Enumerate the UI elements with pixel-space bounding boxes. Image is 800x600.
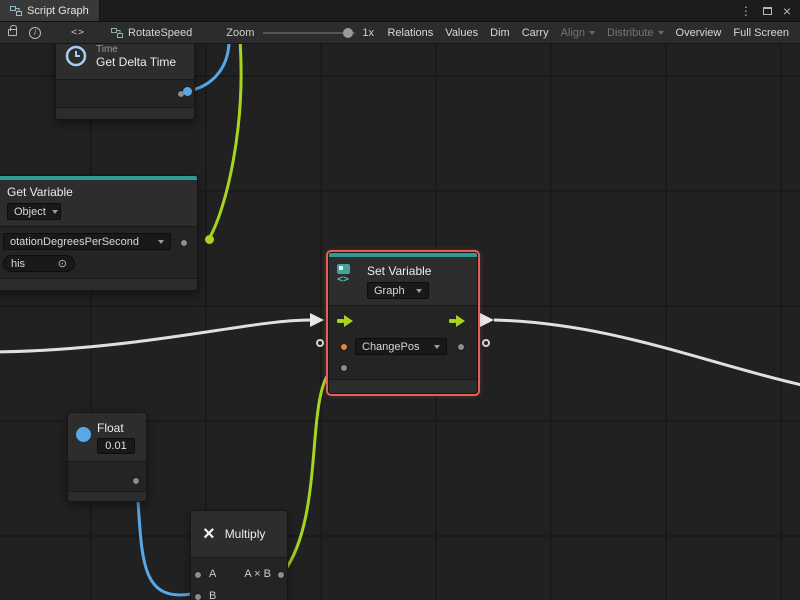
variable-name-dropdown[interactable]: otationDegreesPerSecond xyxy=(3,233,171,250)
flow-input-port[interactable] xyxy=(337,315,353,327)
float-icon xyxy=(76,427,91,442)
zoom-slider-knob[interactable] xyxy=(343,28,353,38)
set-variable-output-port[interactable] xyxy=(457,343,465,351)
tab-bar: Script Graph ⋮ × xyxy=(0,0,800,22)
graph-name: RotateSpeed xyxy=(128,27,192,39)
wire-endpoint-green[interactable] xyxy=(205,235,214,244)
variable-name-port[interactable] xyxy=(340,343,348,351)
node-multiply[interactable]: × Multiply A A × B B xyxy=(190,510,288,600)
tab-title: Script Graph xyxy=(27,5,89,17)
dim-button[interactable]: Dim xyxy=(484,22,516,43)
multiply-icon: × xyxy=(203,524,215,544)
caret-down-icon xyxy=(158,240,164,244)
float-output-port[interactable] xyxy=(132,477,140,485)
tab-script-graph[interactable]: Script Graph xyxy=(0,0,100,21)
zoom-value: 1x xyxy=(362,27,374,39)
outside-port-left[interactable] xyxy=(316,339,324,347)
caret-down-icon xyxy=(589,31,595,35)
caret-down-icon xyxy=(52,210,58,214)
caret-down-icon xyxy=(434,345,440,349)
node-title: Float xyxy=(97,421,135,435)
zoom-slider[interactable] xyxy=(263,32,355,34)
node-title: Set Variable xyxy=(367,264,431,278)
node-title: Multiply xyxy=(225,527,266,541)
info-icon[interactable]: i xyxy=(29,27,41,39)
node-category: Time xyxy=(96,44,176,55)
graph-canvas[interactable]: Time Get Delta Time Get Variable Object xyxy=(0,44,800,600)
align-button[interactable]: Align xyxy=(555,22,601,43)
distribute-button[interactable]: Distribute xyxy=(601,22,669,43)
menu-icon[interactable]: ⋮ xyxy=(740,4,752,18)
output-label: A × B xyxy=(244,568,271,580)
get-variable-output-port[interactable] xyxy=(180,239,188,247)
wire-green-top[interactable] xyxy=(210,44,241,237)
wire-control-out[interactable] xyxy=(494,320,800,385)
variable-scope-dropdown[interactable]: Graph xyxy=(367,282,429,299)
node-title: Get Variable xyxy=(7,185,189,199)
wire-arrowhead-in-icon xyxy=(310,313,324,327)
clock-icon xyxy=(64,44,88,68)
close-icon[interactable]: × xyxy=(783,6,791,16)
wire-endpoint-blue[interactable] xyxy=(183,87,192,96)
input-b-label: B xyxy=(209,590,216,600)
variable-value-port[interactable] xyxy=(340,364,348,372)
toolbar-buttons: Relations Values Dim Carry Align Distrib… xyxy=(381,22,795,43)
flow-output-port[interactable] xyxy=(449,315,465,327)
variable-target-field[interactable]: his ⊙ xyxy=(3,255,75,272)
graph-asset-icon xyxy=(111,27,123,39)
multiply-output-port[interactable] xyxy=(277,571,285,579)
lock-icon[interactable] xyxy=(8,29,17,36)
code-icon[interactable]: <> xyxy=(71,27,85,38)
target-icon: ⊙ xyxy=(58,257,67,270)
carry-button[interactable]: Carry xyxy=(516,22,555,43)
multiply-input-b-port[interactable] xyxy=(194,593,202,600)
multiply-input-a-port[interactable] xyxy=(194,571,202,579)
node-float[interactable]: Float 0.01 xyxy=(67,412,147,502)
node-get-variable[interactable]: Get Variable Object otationDegreesPerSec… xyxy=(0,175,198,291)
maximize-icon[interactable] xyxy=(763,7,772,15)
full-screen-button[interactable]: Full Screen xyxy=(727,22,795,43)
wire-control-in[interactable] xyxy=(0,320,310,352)
input-a-label: A xyxy=(209,568,216,580)
float-value-input[interactable]: 0.01 xyxy=(97,438,135,454)
graph-breadcrumb[interactable]: RotateSpeed xyxy=(111,27,192,39)
zoom-label: Zoom xyxy=(226,27,254,39)
script-graph-window: Script Graph ⋮ × i <> RotateSpeed Zoom 1… xyxy=(0,0,800,600)
caret-down-icon xyxy=(658,31,664,35)
set-variable-icon: <> xyxy=(337,264,359,285)
relations-button[interactable]: Relations xyxy=(381,22,439,43)
variable-name-dropdown[interactable]: ChangePos xyxy=(355,338,447,355)
wire-arrowhead-out-icon xyxy=(480,313,494,327)
caret-down-icon xyxy=(416,289,422,293)
wire-green-multiply-to-setvariable[interactable] xyxy=(283,366,338,573)
overview-button[interactable]: Overview xyxy=(670,22,728,43)
node-title: Get Delta Time xyxy=(96,55,176,69)
values-button[interactable]: Values xyxy=(439,22,484,43)
graph-tab-icon xyxy=(10,5,22,17)
node-set-variable[interactable]: <> Set Variable Graph ChangePos xyxy=(328,252,478,394)
node-get-delta-time[interactable]: Time Get Delta Time xyxy=(55,44,195,120)
graph-toolbar: i <> RotateSpeed Zoom 1x Relations Value… xyxy=(0,22,800,44)
outside-port-right[interactable] xyxy=(482,339,490,347)
window-buttons: ⋮ × xyxy=(740,0,800,21)
variable-scope-dropdown[interactable]: Object xyxy=(7,203,61,220)
